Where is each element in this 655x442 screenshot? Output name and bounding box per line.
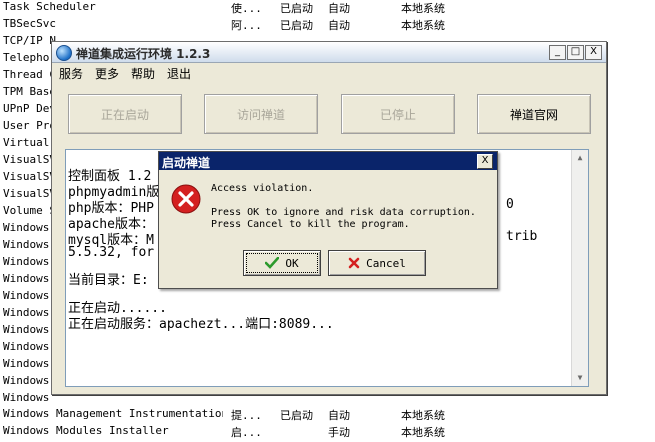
service-row[interactable]: Task Scheduler 使... 已启动 自动 本地系统 (0, 0, 655, 16)
service-row[interactable]: Windows Management Instrumentation 提... 已启… (0, 406, 655, 423)
ok-label: OK (285, 256, 299, 270)
service-name: Windows Modules Installer (3, 424, 169, 437)
service-status: 已启动 (280, 2, 313, 15)
error-dialog: 启动禅道 X Access violation. Press OK to ign… (158, 151, 498, 289)
service-startup: 手动 (328, 426, 350, 439)
service-row[interactable]: Windows Modules Installer 启... 手动 本地系统 (0, 423, 655, 440)
log-line: 当前目录：E: (68, 273, 149, 288)
dialog-message-line: Press Cancel to kill the program. (211, 219, 410, 230)
scroll-up-icon[interactable]: ▲ (572, 150, 588, 166)
log-scrollbar[interactable]: ▲ ▼ (571, 150, 588, 386)
checkmark-icon (265, 257, 280, 269)
service-name: Task Scheduler (3, 0, 96, 13)
menu-services[interactable]: 服务 (59, 65, 83, 82)
service-startup: 自动 (328, 2, 350, 15)
app-title-bar[interactable]: 禅道集成运行环境 1.2.3 _ □ X (52, 42, 606, 63)
menu-bar: 服务 更多 帮助 退出 (52, 63, 606, 81)
service-desc: 使... (231, 2, 262, 15)
menu-exit[interactable]: 退出 (167, 65, 191, 82)
zentao-website-button[interactable]: 禅道官网 (477, 94, 591, 134)
service-desc: 提... (231, 409, 262, 422)
service-name: Windows Management Instrumentation (3, 407, 223, 420)
service-startup: 自动 (328, 19, 350, 32)
app-icon (56, 45, 72, 61)
log-line-tail: 0 (506, 197, 514, 212)
service-name: TBSecSvc (3, 17, 56, 30)
cancel-label: Cancel (366, 256, 406, 270)
log-line: 正在启动服务：apachezt...端口:8089... (68, 317, 334, 332)
minimize-button[interactable]: _ (549, 45, 566, 60)
service-logon: 本地系统 (401, 409, 445, 422)
service-desc: 阿... (231, 19, 262, 32)
dialog-close-button[interactable]: X (477, 154, 493, 169)
log-line: 5.5.32, for (68, 245, 155, 260)
cancel-button[interactable]: Cancel (328, 250, 426, 276)
service-logon: 本地系统 (401, 426, 445, 439)
error-icon (171, 184, 201, 214)
service-row[interactable]: TBSecSvc 阿... 已启动 自动 本地系统 (0, 16, 655, 33)
service-startup: 自动 (328, 409, 350, 422)
dialog-message-line: Press OK to ignore and risk data corrupt… (211, 207, 476, 218)
maximize-button[interactable]: □ (567, 45, 584, 60)
close-button[interactable]: X (585, 45, 602, 60)
scroll-down-icon[interactable]: ▼ (572, 370, 588, 386)
ok-button[interactable]: OK (243, 250, 321, 276)
service-status: 已启动 (280, 19, 313, 32)
visit-zentao-button[interactable]: 访问禅道 (204, 94, 318, 134)
service-logon: 本地系统 (401, 2, 445, 15)
service-desc: 启... (231, 426, 262, 439)
stopped-button[interactable]: 已停止 (341, 94, 455, 134)
log-line-tail: trib (506, 229, 538, 244)
service-status: 已启动 (280, 409, 313, 422)
dialog-title-bar[interactable]: 启动禅道 X (159, 152, 497, 170)
dialog-title: 启动禅道 (162, 156, 211, 170)
service-logon: 本地系统 (401, 19, 445, 32)
app-title: 禅道集成运行环境 1.2.3 (76, 47, 211, 61)
dialog-message-line: Access violation. (211, 183, 314, 194)
menu-help[interactable]: 帮助 (131, 65, 155, 82)
starting-button[interactable]: 正在启动 (68, 94, 182, 134)
menu-more[interactable]: 更多 (95, 65, 119, 82)
cross-icon (348, 257, 360, 269)
